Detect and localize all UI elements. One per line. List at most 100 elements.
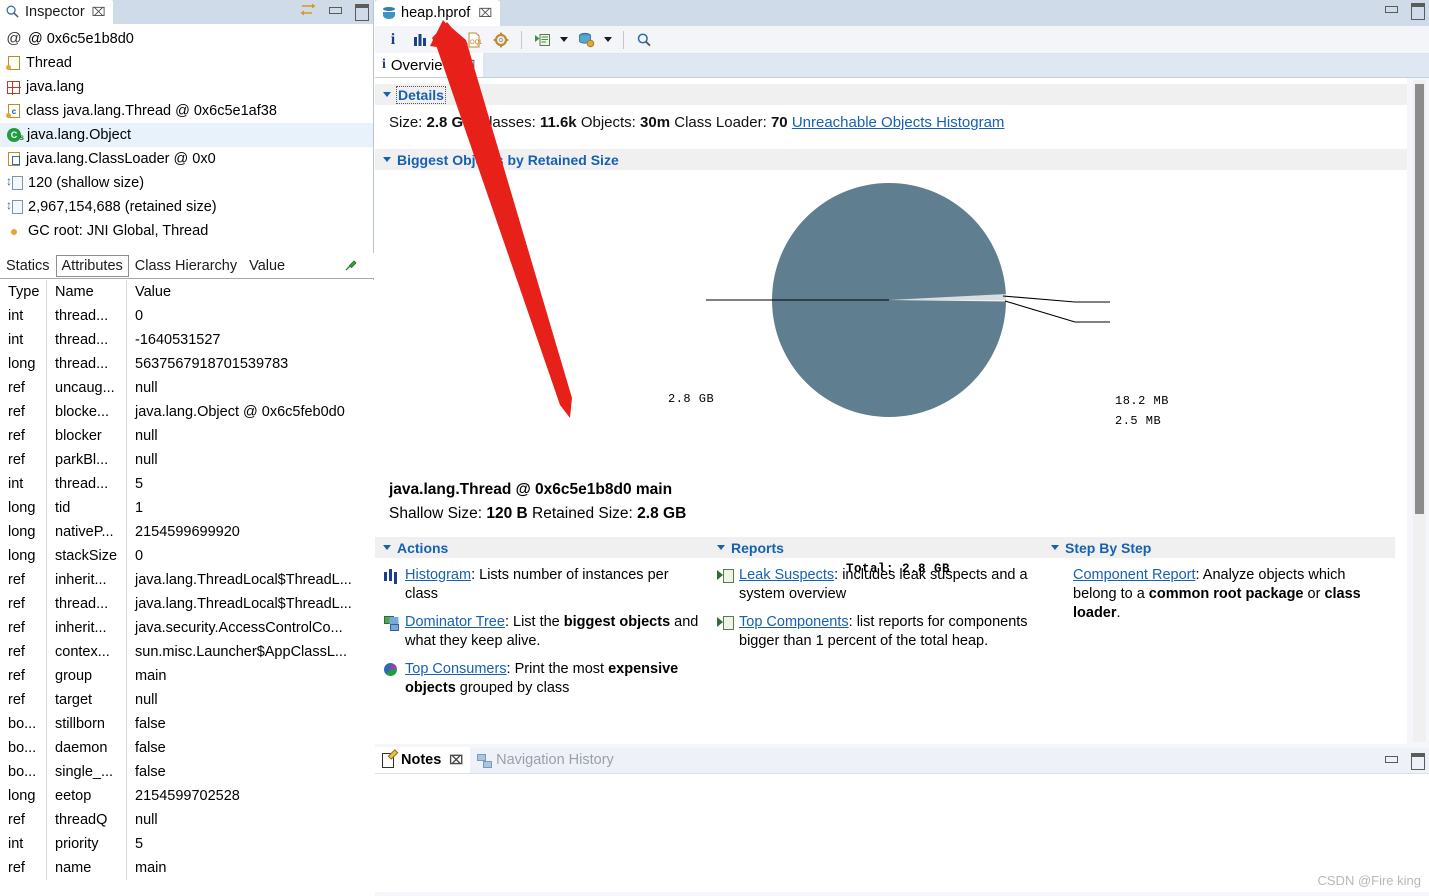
- table-row[interactable]: ref inherit... java.security.AccessControl…: [0, 616, 374, 640]
- chevron-down-icon[interactable]: [1051, 545, 1059, 550]
- class-loader-label: Class Loader:: [674, 114, 767, 131]
- tab-value[interactable]: Value: [243, 255, 291, 277]
- action-dominator-tree[interactable]: Dominator Tree: List the biggest objects…: [383, 613, 699, 651]
- inspector-item-1[interactable]: Thread: [0, 51, 373, 75]
- query-browser-dropdown[interactable]: [601, 29, 615, 51]
- section-title: Step By Step: [1065, 539, 1152, 556]
- table-row[interactable]: long thread... 5637567918701539783: [0, 352, 374, 376]
- step-component-report[interactable]: Component Report: Analyze objects which …: [1051, 566, 1385, 623]
- table-row[interactable]: int thread... -1640531527: [0, 328, 374, 352]
- step-text: Component Report: Analyze objects which …: [1073, 566, 1385, 623]
- chevron-down-icon[interactable]: [383, 157, 391, 162]
- table-row[interactable]: ref threadQ null: [0, 808, 374, 832]
- table-row[interactable]: int thread... 0: [0, 304, 374, 328]
- tab-inspector[interactable]: Inspector ⌧: [0, 0, 114, 24]
- section-step-by-step-header[interactable]: Step By Step: [1043, 537, 1395, 558]
- report-top-components[interactable]: Top Components: list reports for compone…: [717, 613, 1033, 651]
- oql-icon[interactable]: OQL: [462, 29, 486, 51]
- table-row[interactable]: long tid 1: [0, 496, 374, 520]
- find-icon[interactable]: [632, 29, 656, 51]
- component-report-link[interactable]: Component Report: [1073, 567, 1196, 583]
- table-row[interactable]: ref thread... java.lang.ThreadLocal$Thread…: [0, 592, 374, 616]
- table-row[interactable]: long eetop 2154599702528: [0, 784, 374, 808]
- section-actions-header[interactable]: Actions: [375, 537, 709, 558]
- inspector-item-0[interactable]: @ @ 0x6c5e1b8d0: [0, 27, 373, 51]
- close-icon[interactable]: ⌧: [92, 5, 106, 19]
- tab-overview[interactable]: i Overview ⌧: [375, 53, 484, 77]
- table-row[interactable]: ref name main: [0, 856, 374, 880]
- table-row[interactable]: ref target null: [0, 688, 374, 712]
- cell-type: long: [0, 496, 47, 520]
- tab-navigation-history[interactable]: Navigation History: [470, 747, 621, 773]
- table-row[interactable]: int priority 5: [0, 832, 374, 856]
- table-row[interactable]: long nativeP... 2154599699920: [0, 520, 374, 544]
- action-top-consumers[interactable]: Top Consumers: Print the most expensive …: [383, 660, 699, 698]
- cell-type: int: [0, 328, 47, 352]
- minimize-icon[interactable]: [1383, 2, 1399, 16]
- maximize-icon[interactable]: [1409, 2, 1425, 20]
- table-row[interactable]: int thread... 5: [0, 472, 374, 496]
- inspector-item-3[interactable]: c class java.lang.Thread @ 0x6c5e1af38: [0, 99, 373, 123]
- inspector-item-7[interactable]: 2,967,154,688 (retained size): [0, 195, 373, 219]
- close-icon[interactable]: ⌧: [478, 6, 492, 20]
- tab-class-hierarchy[interactable]: Class Hierarchy: [129, 255, 243, 277]
- close-icon[interactable]: ⌧: [461, 58, 475, 72]
- action-histogram[interactable]: Histogram: Lists number of instances per…: [383, 566, 699, 604]
- maximize-icon[interactable]: [1409, 752, 1425, 770]
- inspector-item-8[interactable]: GC root: JNI Global, Thread: [0, 219, 373, 243]
- leak-suspects-link[interactable]: Leak Suspects: [739, 567, 834, 583]
- query-browser-icon[interactable]: [574, 29, 598, 51]
- pie-total-label: Total: 2.8 GB: [846, 562, 951, 576]
- section-reports-header[interactable]: Reports: [709, 537, 1043, 558]
- overview-scrollbar-thumb[interactable]: [1415, 84, 1424, 514]
- close-icon[interactable]: ⌧: [449, 753, 463, 767]
- chevron-down-icon[interactable]: [717, 545, 725, 550]
- table-row[interactable]: ref uncaug... null: [0, 376, 374, 400]
- table-row[interactable]: ref blocke... java.lang.Object @ 0x6c5feb0…: [0, 400, 374, 424]
- dominator-tree-icon[interactable]: [435, 29, 459, 51]
- link-with-editor-icon[interactable]: [299, 2, 317, 18]
- column-header-type: Type: [0, 280, 47, 304]
- open-report-dropdown[interactable]: [557, 29, 571, 51]
- table-row[interactable]: ref contex... sun.misc.Launcher$AppClassL.…: [0, 640, 374, 664]
- inspector-item-4[interactable]: C java.lang.Object: [0, 123, 373, 147]
- overview-scrollbar-track[interactable]: [1413, 80, 1426, 742]
- unreachable-objects-histogram-link[interactable]: Unreachable Objects Histogram: [792, 114, 1005, 131]
- overview-tab-label: Overview: [390, 56, 454, 74]
- table-row[interactable]: bo... daemon false: [0, 736, 374, 760]
- table-row[interactable]: bo... stillborn false: [0, 712, 374, 736]
- section-details-header[interactable]: Details: [375, 84, 1407, 105]
- cell-type: ref: [0, 616, 47, 640]
- tab-notes[interactable]: Notes ⌧: [375, 747, 471, 773]
- open-report-icon[interactable]: [530, 29, 554, 51]
- table-row[interactable]: long stackSize 0: [0, 544, 374, 568]
- table-row[interactable]: ref inherit... java.lang.ThreadLocal$Threa…: [0, 568, 374, 592]
- top-components-link[interactable]: Top Components: [739, 614, 849, 630]
- table-row[interactable]: ref parkBl... null: [0, 448, 374, 472]
- histogram-icon[interactable]: [408, 29, 432, 51]
- minimize-icon[interactable]: [1383, 752, 1399, 766]
- shallow-size-value: 120 B: [486, 505, 528, 522]
- table-row[interactable]: ref blocker null: [0, 424, 374, 448]
- inspector-item-6[interactable]: 120 (shallow size): [0, 171, 373, 195]
- tab-attributes[interactable]: Attributes: [55, 254, 129, 277]
- histogram-link[interactable]: Histogram: [405, 567, 471, 583]
- chevron-down-icon[interactable]: [383, 545, 391, 550]
- section-biggest-objects-header[interactable]: Biggest Objects by Retained Size: [375, 149, 1407, 170]
- chevron-down-icon[interactable]: [383, 92, 391, 97]
- maximize-icon[interactable]: [353, 3, 369, 21]
- minimize-icon[interactable]: [327, 3, 343, 17]
- tab-heap-hprof[interactable]: heap.hprof ⌧: [375, 0, 501, 26]
- dominator-tree-link[interactable]: Dominator Tree: [405, 614, 505, 630]
- inspector-item-2[interactable]: java.lang: [0, 75, 373, 99]
- pin-icon[interactable]: [344, 258, 360, 274]
- top-consumers-link[interactable]: Top Consumers: [405, 661, 507, 677]
- table-row[interactable]: ref group main: [0, 664, 374, 688]
- action-text: Top Consumers: Print the most expensive …: [405, 660, 699, 698]
- table-row[interactable]: bo... single_... false: [0, 760, 374, 784]
- calculate-retained-size-icon[interactable]: [489, 29, 513, 51]
- notes-text-area[interactable]: [375, 774, 1429, 892]
- overview-info-icon[interactable]: i: [381, 29, 405, 51]
- tab-statics[interactable]: Statics: [0, 255, 56, 277]
- inspector-item-5[interactable]: java.lang.ClassLoader @ 0x0: [0, 147, 373, 171]
